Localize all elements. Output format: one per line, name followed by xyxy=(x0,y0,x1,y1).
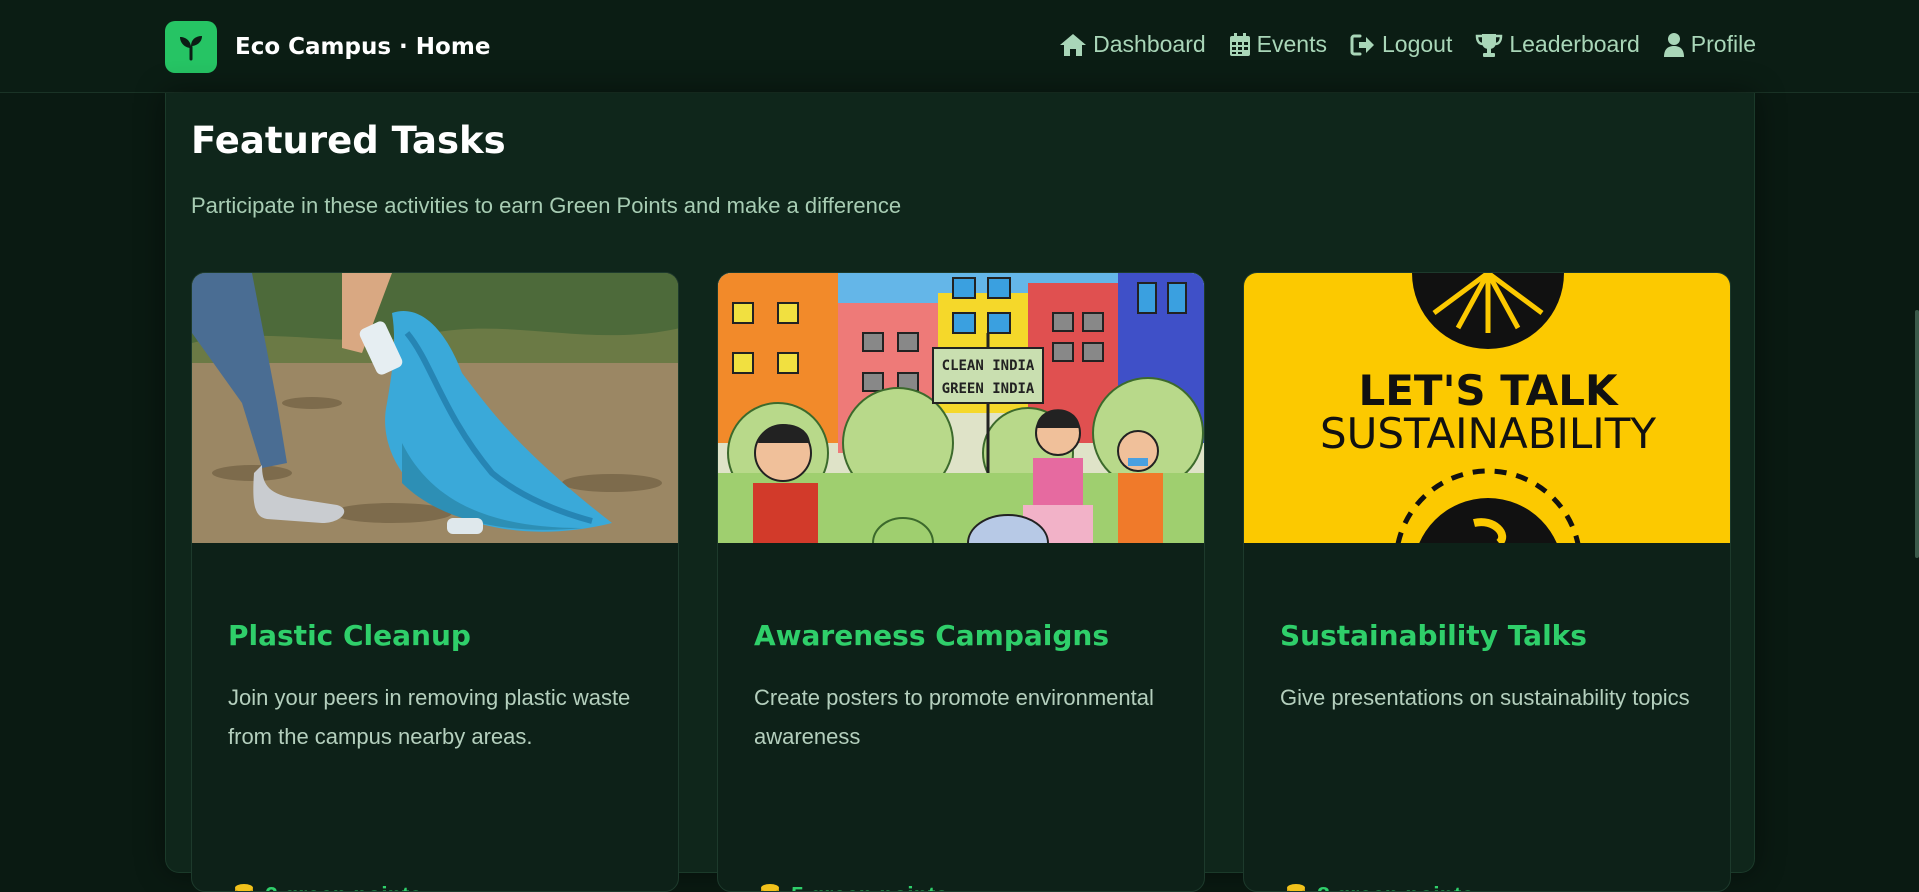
nav-logout[interactable]: Logout xyxy=(1350,31,1452,58)
card-description: Join your peers in removing plastic wast… xyxy=(228,678,648,756)
nav-profile[interactable]: Profile xyxy=(1663,31,1756,58)
nav-leaderboard[interactable]: Leaderboard xyxy=(1475,31,1639,58)
nav-leaderboard-label: Leaderboard xyxy=(1509,31,1639,58)
task-card-awareness-campaigns[interactable]: CLEAN INDIA GREEN INDIA Awareness Campai… xyxy=(717,272,1205,892)
card-points-label: 2 green points xyxy=(265,882,422,892)
graphic-text-2: SUSTAINABILITY xyxy=(1320,409,1656,458)
card-description: Create posters to promote environmental … xyxy=(754,678,1174,756)
top-navbar: Eco Campus · Home Dashboard Events xyxy=(0,0,1919,93)
section-subtitle: Participate in these activities to earn … xyxy=(191,193,901,219)
trophy-icon xyxy=(1475,32,1503,58)
card-points: 2 green points xyxy=(228,882,422,892)
nav-logout-label: Logout xyxy=(1382,31,1452,58)
card-points: 8 green points xyxy=(1280,882,1474,892)
nav-dashboard[interactable]: Dashboard xyxy=(1059,31,1206,58)
card-points-label: 5 green points xyxy=(791,882,948,892)
task-card-plastic-cleanup[interactable]: Plastic Cleanup Join your peers in remov… xyxy=(191,272,679,892)
card-title: Sustainability Talks xyxy=(1280,619,1587,652)
home-icon xyxy=(1059,32,1087,58)
user-icon xyxy=(1663,32,1685,58)
graphic-text-1: LET'S TALK xyxy=(1358,366,1618,415)
coins-icon xyxy=(1280,883,1306,892)
sprout-icon xyxy=(165,21,217,73)
featured-tasks-panel: Featured Tasks Participate in these acti… xyxy=(165,93,1755,873)
card-points: 5 green points xyxy=(754,882,948,892)
lets-talk-sustainability-graphic: LET'S TALK SUSTAINABILITY xyxy=(1244,273,1731,543)
card-title: Plastic Cleanup xyxy=(228,619,471,652)
poster-text-1: CLEAN INDIA xyxy=(942,358,1035,374)
nav-events-label: Events xyxy=(1257,31,1327,58)
section-title: Featured Tasks xyxy=(191,119,506,162)
card-points-label: 8 green points xyxy=(1317,882,1474,892)
brand[interactable]: Eco Campus · Home xyxy=(165,21,490,73)
nav-profile-label: Profile xyxy=(1691,31,1756,58)
coins-icon xyxy=(754,883,780,892)
plastic-cleanup-photo xyxy=(192,273,679,543)
brand-title: Eco Campus · Home xyxy=(235,34,490,60)
clean-india-poster-drawing: CLEAN INDIA GREEN INDIA xyxy=(718,273,1205,543)
calendar-icon xyxy=(1229,32,1251,58)
nav-events[interactable]: Events xyxy=(1229,31,1327,58)
logout-icon xyxy=(1350,33,1376,57)
nav-dashboard-label: Dashboard xyxy=(1093,31,1206,58)
card-description: Give presentations on sustainability top… xyxy=(1280,678,1700,717)
poster-text-2: GREEN INDIA xyxy=(942,381,1035,397)
scrollbar-thumb[interactable] xyxy=(1915,310,1919,558)
task-card-sustainability-talks[interactable]: LET'S TALK SUSTAINABILITY Sustainability… xyxy=(1243,272,1731,892)
nav-links: Dashboard Events Logout xyxy=(1036,31,1756,58)
coins-icon xyxy=(228,883,254,892)
card-title: Awareness Campaigns xyxy=(754,619,1109,652)
